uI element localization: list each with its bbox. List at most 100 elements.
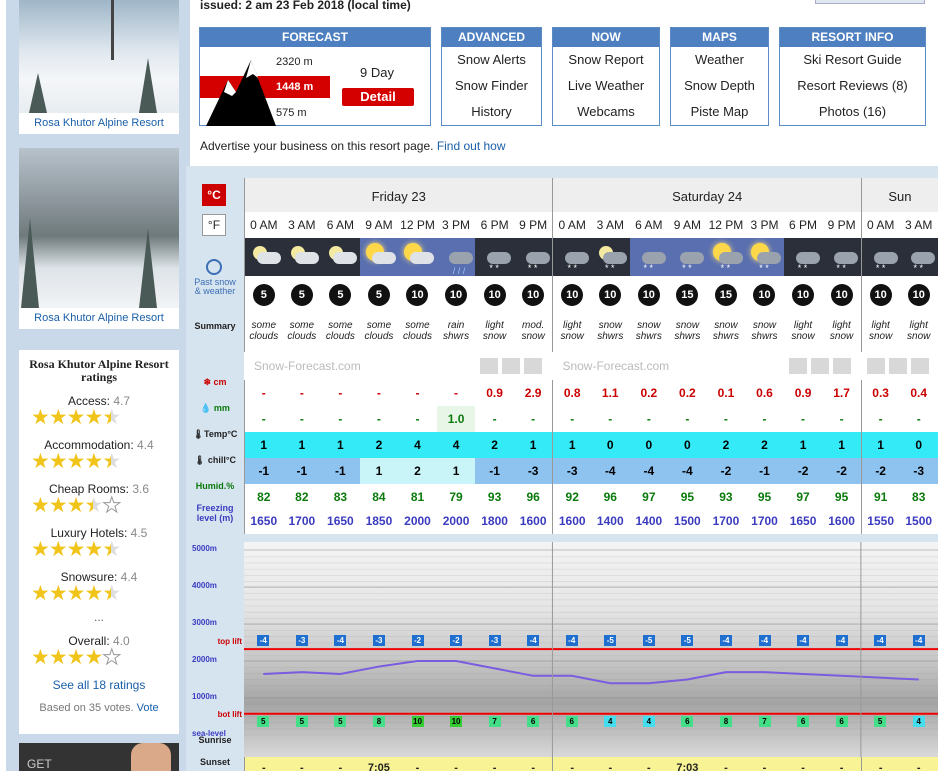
sunrise-cell: -: [916, 762, 921, 771]
top-lift-temp: -3: [488, 635, 501, 647]
rain-cell: -: [685, 412, 690, 426]
share-icon[interactable]: [788, 358, 807, 374]
rating-row: Access: 4.7 ★★★★★: [25, 394, 173, 428]
reload-icon[interactable]: [810, 358, 829, 374]
resort-photo-1[interactable]: [19, 0, 179, 113]
wind-arrow-icon: 10: [637, 284, 660, 306]
rain-unit-label: mm: [213, 403, 230, 413]
freezing-level-cell: 1700: [751, 514, 778, 528]
piste-map-link[interactable]: Piste Map: [671, 99, 768, 125]
ski-resort-guide-link[interactable]: Ski Resort Guide: [780, 47, 925, 73]
wind-cell: 10: [552, 276, 591, 316]
temp-cell: 0: [915, 438, 923, 452]
bottom-elevation-label[interactable]: 575 m: [276, 107, 307, 119]
rain-cell: -: [552, 406, 591, 432]
find-out-how-link[interactable]: Find out how: [437, 139, 506, 153]
sunrise-cell: -: [415, 762, 420, 771]
top-right-button[interactable]: [815, 0, 925, 4]
star-full-icon: ★: [48, 538, 68, 561]
photos-link[interactable]: Photos (16): [780, 99, 925, 125]
snow-row-label: ❄ cm: [188, 377, 242, 388]
rain-cell: -: [299, 412, 304, 426]
humidity-cell: 96: [603, 490, 617, 504]
humidity-cell: 96: [526, 490, 540, 504]
temp-cell: 1: [860, 432, 900, 458]
time-header: 9 AM: [359, 212, 399, 238]
see-all-ratings-link[interactable]: See all 18 ratings: [25, 678, 173, 692]
top-lift-label: top lift: [217, 637, 242, 647]
bottom-lift-temp: 5: [295, 715, 308, 727]
freezing-level-cell: 2000: [404, 514, 431, 528]
snow-alerts-link[interactable]: Snow Alerts: [442, 47, 541, 73]
bottom-lift-temp: 7: [488, 715, 501, 727]
freezing-row-label: Freezing level (m): [196, 503, 234, 523]
photo-caption-2[interactable]: Rosa Khutor Alpine Resort: [19, 308, 179, 329]
resort-info-heading: RESORT INFO: [780, 28, 925, 47]
advanced-navbox: ADVANCED Snow Alerts Snow Finder History: [441, 27, 542, 126]
vote-link[interactable]: Vote: [137, 702, 159, 714]
rain-cell: -: [244, 406, 283, 432]
chill-cell: -2: [797, 464, 809, 478]
star-half-icon: ★: [102, 582, 121, 605]
snow-finder-link[interactable]: Snow Finder: [442, 73, 541, 99]
bottom-lift-temp: 10: [411, 715, 424, 727]
snowflake-icon[interactable]: [524, 358, 543, 374]
webcams-link[interactable]: Webcams: [553, 99, 659, 125]
reload-icon[interactable]: [502, 358, 521, 374]
chill-row: -1 -1 -1 1 2 1 -1 -3 -3 -4 -4 -4 -2 -1 -2 -2 -2 -3: [244, 458, 938, 484]
reload-icon[interactable]: [888, 358, 907, 374]
snowflake-icon: ❄: [203, 377, 214, 387]
weather-map-link[interactable]: Weather: [671, 47, 768, 73]
forecast-heading: FORECAST: [200, 28, 430, 47]
photo-caption-1[interactable]: Rosa Khutor Alpine Resort: [19, 113, 179, 134]
fahrenheit-toggle[interactable]: °F: [202, 214, 226, 236]
star-half-icon: ★: [102, 406, 121, 429]
live-weather-link[interactable]: Live Weather: [553, 73, 659, 99]
time-header: 0 AM: [860, 212, 900, 238]
share-icon[interactable]: [866, 358, 885, 374]
summary-cell: snow shwrs: [668, 316, 707, 352]
history-link[interactable]: History: [442, 99, 541, 125]
resort-reviews-link[interactable]: Resort Reviews (8): [780, 73, 925, 99]
sunrise-row-label: Sunrise: [198, 735, 232, 745]
top-lift-temp: -4: [758, 635, 771, 647]
chill-cell: -3: [527, 464, 539, 478]
resort-photo-card-2[interactable]: Rosa Khutor Alpine Resort: [19, 148, 179, 329]
resort-photo-card-1[interactable]: Rosa Khutor Alpine Resort: [19, 0, 179, 134]
clock-icon[interactable]: [206, 259, 222, 275]
resort-photo-2[interactable]: [19, 148, 179, 308]
share-icon[interactable]: [480, 358, 499, 374]
chill-cell: -1: [489, 464, 500, 478]
freezing-level-cell: 1600: [519, 514, 547, 528]
rating-value: 4.4: [120, 570, 138, 584]
mid-elevation-label[interactable]: 1448 m: [276, 81, 313, 93]
snow-depth-link[interactable]: Snow Depth: [671, 73, 768, 99]
humid-row-label: Humid.%: [195, 481, 235, 491]
snowflake-icon[interactable]: [832, 358, 851, 374]
moon-cloud-icon: [321, 238, 360, 276]
temp-cell: 1: [529, 438, 537, 452]
top-elevation-label[interactable]: 2320 m: [276, 56, 313, 68]
snow-report-link[interactable]: Snow Report: [553, 47, 659, 73]
past-weather-link[interactable]: Past snow & weather: [190, 278, 240, 296]
chill-cell: -2: [720, 464, 732, 478]
chill-row-label: 🌡 chill°C: [188, 455, 242, 466]
top-lift-temp: -4: [527, 635, 540, 647]
top-lift-temp: -4: [719, 635, 732, 647]
bottom-lift-temp: 10: [450, 715, 463, 727]
rating-value: 4.5: [130, 526, 148, 540]
bottom-lift-temp: 5: [874, 715, 887, 727]
bottom-advert[interactable]: GET: [19, 743, 179, 771]
wind-cell: 10: [783, 276, 823, 316]
freezing-level-cell: 1600: [552, 508, 591, 534]
celsius-toggle[interactable]: °C: [202, 184, 226, 206]
detail-button[interactable]: Detail: [342, 88, 414, 106]
elevation-selector[interactable]: 2320 m 1448 m 575 m: [200, 48, 330, 126]
snowflake-icon[interactable]: [910, 358, 929, 374]
star-full-icon: ★: [84, 406, 103, 429]
thermometer-icon: 🌡: [192, 429, 204, 439]
rain-cell: -: [531, 412, 536, 426]
star-empty-icon: ★: [102, 646, 122, 669]
star-full-icon: ★: [66, 406, 86, 429]
bottom-lift-temp: 4: [642, 715, 655, 727]
